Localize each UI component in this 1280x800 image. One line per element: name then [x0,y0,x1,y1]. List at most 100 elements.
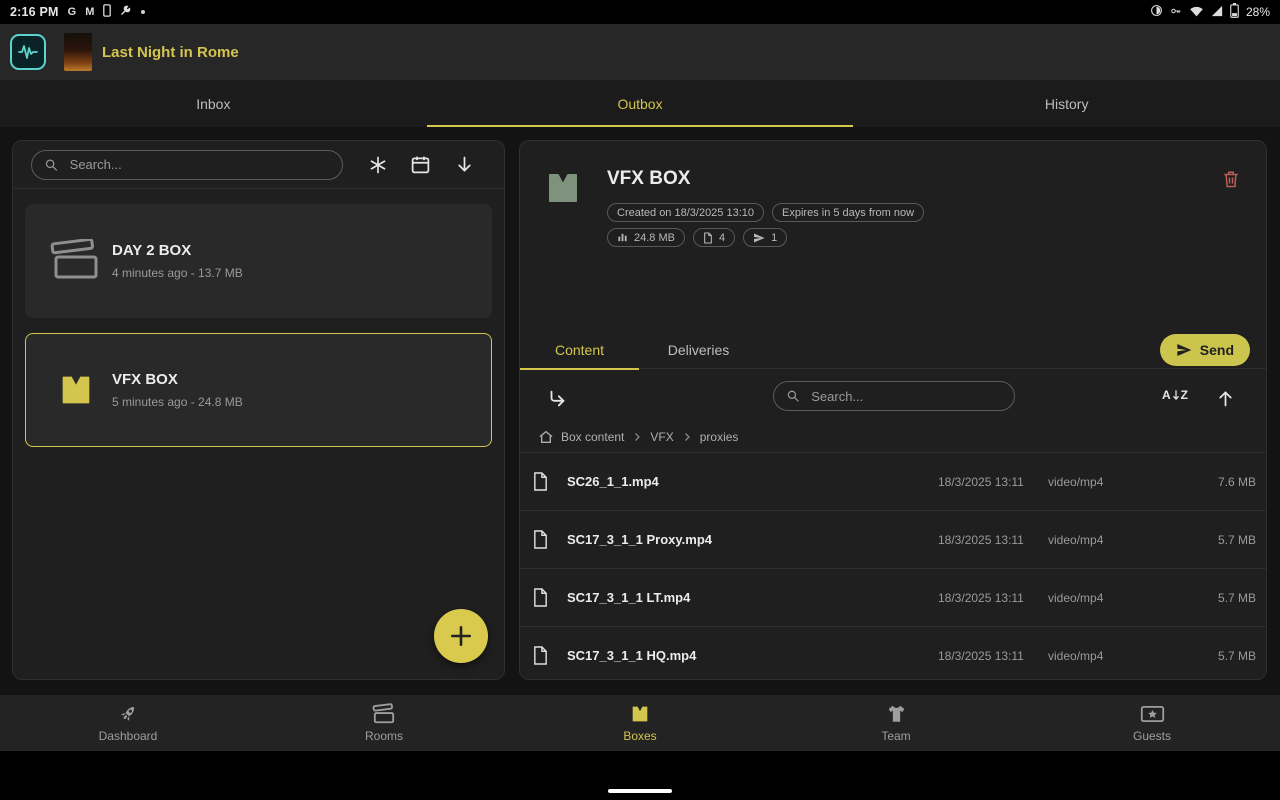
file-row[interactable]: SC17_3_1_1 HQ.mp4 18/3/2025 13:11 video/… [520,626,1266,679]
file-name: SC17_3_1_1 LT.mp4 [567,590,938,605]
gesture-handle[interactable] [608,789,672,793]
nav-label: Boxes [623,729,656,743]
nav-dashboard[interactable]: Dashboard [0,695,256,751]
file-row[interactable]: SC17_3_1_1 LT.mp4 18/3/2025 13:11 video/… [520,568,1266,626]
google-notification-icon: G [68,6,77,18]
breadcrumb-vfx[interactable]: VFX [650,430,673,444]
vpn-key-status-icon [1170,5,1182,20]
file-icon [532,471,549,492]
nav-boxes[interactable]: Boxes [512,695,768,751]
nav-label: Team [881,729,910,743]
tab-content[interactable]: Content [520,331,639,369]
clapperboard-icon [40,239,112,283]
file-size: 7.6 MB [1168,475,1256,489]
file-size: 5.7 MB [1168,591,1256,605]
brightness-status-icon [1150,4,1163,20]
file-icon [532,587,549,608]
file-icon [703,232,713,244]
nav-team[interactable]: Team [768,695,1024,751]
box-title: VFX BOX [607,168,690,190]
created-chip: Created on 18/3/2025 13:10 [607,203,764,222]
file-name: SC17_3_1_1 Proxy.mp4 [567,532,938,547]
clock: 2:16 PM [10,5,59,19]
box-card-title: VFX BOX [112,371,243,388]
rocket-icon [113,699,144,730]
subdirectory-arrow-icon [546,388,568,410]
sort-direction-button[interactable] [450,150,479,179]
bar-chart-icon [617,232,628,243]
filter-new-button[interactable] [364,151,392,179]
box-icon [629,703,651,725]
file-row[interactable]: SC17_3_1_1 Proxy.mp4 18/3/2025 13:11 vid… [520,510,1266,568]
box-list-panel: DAY 2 BOX 4 minutes ago - 13.7 MB VFX BO… [12,140,505,680]
wrench-notification-icon [120,5,132,20]
battery-status-icon [1230,3,1239,21]
sort-alpha-button[interactable]: A Z [1158,385,1192,405]
project-thumbnail[interactable] [64,33,92,71]
size-chip: 24.8 MB [607,228,685,247]
send-button[interactable]: Send [1160,334,1250,366]
plus-icon [448,623,474,649]
tab-history[interactable]: History [853,80,1280,127]
screen: 2:16 PM G M [0,0,1280,800]
signal-status-icon [1211,5,1223,20]
file-row[interactable]: SC26_1_1.mp4 18/3/2025 13:11 video/mp4 7… [520,452,1266,510]
waveform-icon [16,40,40,64]
file-size: 5.7 MB [1168,649,1256,663]
trash-icon [1222,169,1240,189]
file-name: SC26_1_1.mp4 [567,474,938,489]
file-date: 18/3/2025 13:11 [938,591,1048,605]
status-bar: 2:16 PM G M [0,0,1280,24]
file-date: 18/3/2025 13:11 [938,475,1048,489]
box-search [31,150,343,180]
file-date: 18/3/2025 13:11 [938,649,1048,663]
box-card-day2[interactable]: DAY 2 BOX 4 minutes ago - 13.7 MB [25,204,492,318]
calendar-icon [410,154,431,175]
sort-ascending-button[interactable] [1211,384,1240,413]
nav-rooms[interactable]: Rooms [256,695,512,751]
add-box-button[interactable] [434,609,488,663]
file-search [773,381,1015,411]
breadcrumb-proxies[interactable]: proxies [700,430,739,444]
file-search-input[interactable] [809,388,1002,405]
filter-date-button[interactable] [406,150,435,179]
file-type: video/mp4 [1048,591,1168,605]
tshirt-icon [885,703,908,725]
project-title: Last Night in Rome [102,44,239,61]
file-type: video/mp4 [1048,475,1168,489]
chevron-right-icon [681,431,693,443]
breadcrumb-root[interactable]: Box content [561,430,624,444]
clapperboard-icon [372,703,396,725]
home-icon[interactable] [538,429,554,445]
tab-outbox[interactable]: Outbox [427,80,854,127]
box-search-input[interactable] [68,156,330,173]
app-logo[interactable] [10,34,46,70]
tab-deliveries[interactable]: Deliveries [639,331,758,369]
bottom-nav: Dashboard Rooms Boxes Team [0,695,1280,751]
box-card-vfx[interactable]: VFX BOX 5 minutes ago - 24.8 MB [25,333,492,447]
nav-guests[interactable]: Guests [1024,695,1280,751]
breadcrumb: Box content VFX proxies [538,429,738,445]
box-card-title: DAY 2 BOX [112,242,243,259]
delete-box-button[interactable] [1220,167,1242,194]
move-files-button[interactable] [542,384,572,414]
tab-inbox[interactable]: Inbox [0,80,427,127]
file-name: SC17_3_1_1 HQ.mp4 [567,648,938,663]
file-list: SC26_1_1.mp4 18/3/2025 13:11 video/mp4 7… [520,452,1266,679]
nav-label: Rooms [365,729,403,743]
nav-label: Guests [1133,729,1171,743]
send-icon [753,232,765,244]
nav-label: Dashboard [99,729,158,743]
file-type: video/mp4 [1048,649,1168,663]
file-count-chip: 4 [693,228,735,247]
chevron-right-icon [631,431,643,443]
sort-az-icon: A Z [1162,389,1188,401]
box-detail-panel: VFX BOX Created on 18/3/2025 13:10 Expir… [519,140,1267,680]
battery-percent: 28% [1246,5,1270,19]
box-card-meta: 5 minutes ago - 24.8 MB [112,395,243,409]
box-detail-tabs: Content Deliveries Send [520,331,1266,369]
mailbox-tabs: Inbox Outbox History [0,80,1280,127]
box-icon [542,167,584,214]
content-area: DAY 2 BOX 4 minutes ago - 13.7 MB VFX BO… [0,127,1280,695]
app-header: Last Night in Rome [0,24,1280,80]
